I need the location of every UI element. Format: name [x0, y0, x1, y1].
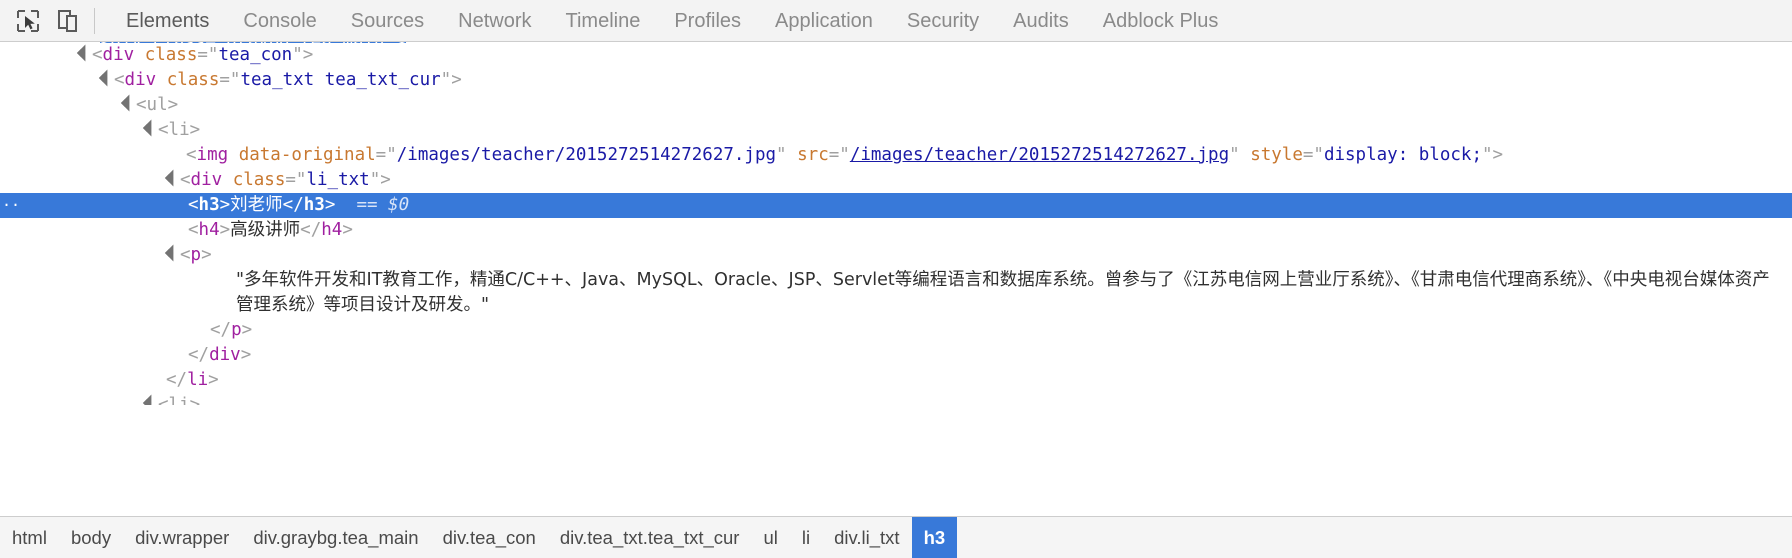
inspect-element-icon[interactable] [8, 1, 48, 41]
node-tag-name: img [196, 145, 229, 165]
dom-node-row-div-close[interactable]: </div> [0, 343, 1792, 368]
dom-node-row-h3-selected[interactable]: ·· <h3>刘老师</h3> == $0 [0, 193, 1792, 218]
node-ul-text: <ul> [136, 95, 179, 115]
node-tag-name: div [102, 45, 135, 65]
node-tag-name-p: p [190, 245, 202, 265]
selected-node-reference: == $0 [356, 195, 410, 215]
node-attr-value: li_txt [306, 170, 370, 190]
breadcrumb-html[interactable]: html [0, 517, 59, 558]
dom-node-row-h4[interactable]: <h4>高级讲师</h4> [0, 218, 1792, 243]
dom-node-row-next-li-clipped[interactable]: <li> [0, 393, 1792, 405]
node-attr-value: tea_txt tea_txt_cur [240, 70, 441, 90]
tab-security[interactable]: Security [890, 0, 996, 42]
breadcrumb-div-graybg-tea-main[interactable]: div.graybg.tea_main [241, 517, 430, 558]
node-text-content-p: "多年软件开发和IT教育工作，精通C/C++、Java、MySQL、Oracle… [236, 270, 1770, 315]
tab-adblock-plus[interactable]: Adblock Plus [1086, 0, 1236, 42]
node-attr-value-data-original: /images/teacher/2015272514272627.jpg [396, 145, 777, 165]
dom-node-row-ul[interactable]: <ul> [0, 93, 1792, 118]
dom-node-row-li-close[interactable]: </li> [0, 368, 1792, 393]
breadcrumb-h3[interactable]: h3 [911, 517, 958, 558]
node-tag-name-h3-close: h3 [303, 195, 325, 215]
node-tag-name-h4: h4 [198, 220, 220, 240]
node-attr-name: class [144, 45, 198, 65]
node-next-li-text: <li> [158, 395, 201, 405]
breadcrumb-body[interactable]: body [59, 517, 123, 558]
dom-node-row-p-open[interactable]: <p> [0, 243, 1792, 268]
dom-breadcrumb-bar: html body div.wrapper div.graybg.tea_mai… [0, 516, 1792, 558]
node-attr-name-data-original: data-original [238, 145, 376, 165]
device-toolbar-icon[interactable] [48, 1, 88, 41]
tab-audits[interactable]: Audits [996, 0, 1086, 42]
dom-node-row-img[interactable]: <img data-original="/images/teacher/2015… [0, 143, 1792, 168]
breadcrumb-div-li-txt[interactable]: div.li_txt [822, 517, 911, 558]
node-tag-name: div [124, 70, 157, 90]
tab-application[interactable]: Application [758, 0, 890, 42]
node-text-content-h4: 高级讲师 [230, 220, 301, 240]
toolbar-divider [94, 7, 95, 34]
tab-sources[interactable]: Sources [334, 0, 441, 42]
node-tag-name: div [190, 170, 223, 190]
device-toolbar-glyph [58, 9, 77, 32]
dom-node-row-p-text[interactable]: "多年软件开发和IT教育工作，精通C/C++、Java、MySQL、Oracle… [0, 268, 1792, 318]
node-tag-name-h4-close: h4 [321, 220, 343, 240]
node-attr-value-style: display: block; [1323, 145, 1482, 165]
tab-console[interactable]: Console [226, 0, 333, 42]
node-attr-name: class [232, 170, 286, 190]
node-tag-name-p-close: p [231, 320, 242, 340]
breadcrumb-div-tea-txt-cur[interactable]: div.tea_txt.tea_txt_cur [548, 517, 752, 558]
selected-node-marker: ·· [2, 196, 21, 214]
inspect-element-glyph [17, 9, 39, 32]
node-tag-name-h3: h3 [198, 195, 220, 215]
dom-node-row-tea-txt[interactable]: <div class="tea_txt tea_txt_cur"> [0, 68, 1792, 93]
node-attr-value-src-link[interactable]: /images/teacher/2015272514272627.jpg [850, 145, 1229, 165]
node-attr-name-style: style [1250, 145, 1303, 165]
node-attr-name: class [166, 70, 220, 90]
devtools-toolbar: Elements Console Sources Network Timelin… [0, 0, 1792, 42]
node-tag-name-li-close: li [187, 370, 209, 390]
tab-network[interactable]: Network [441, 0, 548, 42]
node-attr-name-src: src [797, 145, 829, 165]
breadcrumb-ul[interactable]: ul [751, 517, 789, 558]
tab-elements[interactable]: Elements [109, 0, 226, 42]
node-attr-value: tea_con [218, 45, 293, 65]
node-li-text: <li> [158, 120, 201, 140]
tab-timeline[interactable]: Timeline [549, 0, 658, 42]
dom-tree-panel[interactable]: <div class="graybg tea_main"> <div class… [0, 42, 1792, 453]
dom-node-row-tea-con[interactable]: <div class="tea_con"> [0, 43, 1792, 68]
breadcrumb-li[interactable]: li [790, 517, 822, 558]
breadcrumb-div-tea-con[interactable]: div.tea_con [431, 517, 548, 558]
dom-node-row-p-close[interactable]: </p> [0, 318, 1792, 343]
node-tag-name-div-close: div [209, 345, 241, 365]
dom-node-row-li[interactable]: <li> [0, 118, 1792, 143]
tab-profiles[interactable]: Profiles [657, 0, 758, 42]
breadcrumb-div-wrapper[interactable]: div.wrapper [123, 517, 241, 558]
node-text-content-h3: 刘老师 [230, 195, 283, 215]
dom-node-row-li-txt[interactable]: <div class="li_txt"> [0, 168, 1792, 193]
